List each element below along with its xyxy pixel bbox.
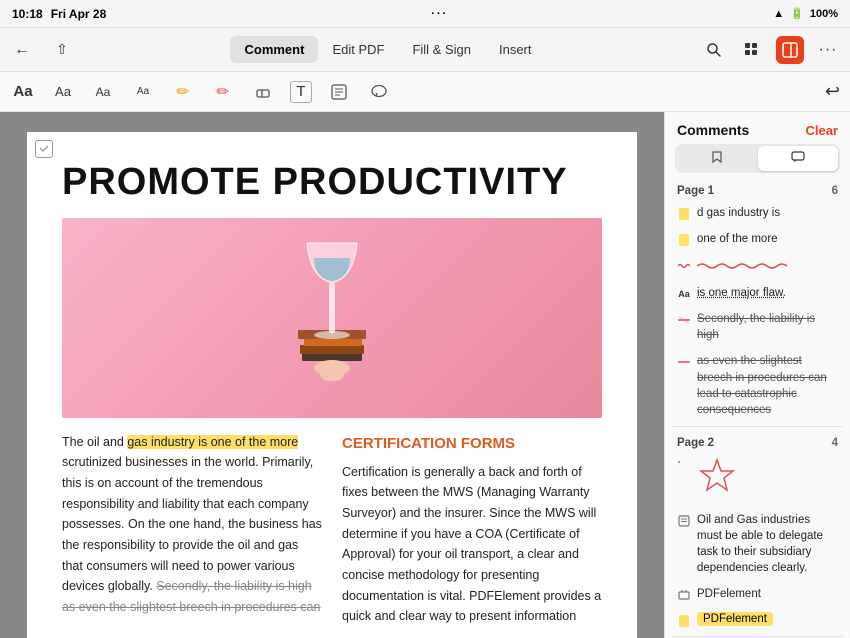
- divider: [673, 426, 842, 427]
- comment-item[interactable]: Secondly, the liability is high: [673, 307, 842, 347]
- document-title: PROMOTE PRODUCTIVITY: [62, 162, 602, 204]
- panel-button[interactable]: [776, 36, 804, 64]
- comment-text: one of the more: [697, 231, 778, 247]
- document-area: PROMOTE PRODUCTIVITY: [0, 112, 664, 638]
- highlight-icon: [677, 614, 691, 628]
- comments-clear-button[interactable]: Clear: [805, 123, 838, 138]
- nav-tabs: Comment Edit PDF Fill & Sign Insert: [230, 36, 545, 63]
- page-2-label: Page 2: [677, 437, 714, 449]
- highlight-icon: [677, 233, 691, 247]
- comment-text: d gas industry is: [697, 205, 780, 221]
- comment-text: is one major flaw.: [697, 285, 786, 301]
- back-button[interactable]: ←: [8, 36, 36, 64]
- wifi-icon: ▲: [773, 8, 784, 20]
- undo-button[interactable]: ↩: [825, 81, 840, 102]
- tab-bookmarks[interactable]: [677, 146, 758, 171]
- strikethrough-icon: [677, 355, 691, 369]
- tab-fill-sign[interactable]: Fill & Sign: [398, 36, 485, 63]
- section-title: CERTIFICATION FORMS: [342, 432, 602, 456]
- font-small-tool[interactable]: Aa: [90, 79, 116, 105]
- tab-edit-pdf[interactable]: Edit PDF: [318, 36, 398, 63]
- comment-item[interactable]: PDFelement: [673, 608, 842, 632]
- illustration-svg: [272, 223, 392, 413]
- comment-item[interactable]: [673, 453, 842, 506]
- strikethrough-icon: [677, 313, 691, 327]
- tab-insert[interactable]: Insert: [485, 36, 546, 63]
- pen-yellow-tool[interactable]: ✏: [170, 79, 196, 105]
- pdfelement-chip: PDFelement: [697, 612, 773, 626]
- comment-item[interactable]: as even the slightest breech in procedur…: [673, 349, 842, 421]
- font-medium-tool[interactable]: Aa: [50, 79, 76, 105]
- page-1-label: Page 1: [677, 185, 714, 197]
- comment-item[interactable]: Oil and Gas industries must be able to d…: [673, 508, 842, 580]
- comment-item[interactable]: [673, 253, 842, 279]
- document-body: The oil and gas industry is one of the m…: [62, 432, 602, 627]
- comments-tabs: [675, 144, 840, 173]
- eraser-tool[interactable]: [250, 79, 276, 105]
- squiggly-visual: [697, 257, 787, 275]
- doc-col-right: CERTIFICATION FORMS Certification is gen…: [342, 432, 602, 627]
- comment-text: Secondly, the liability is high: [697, 311, 838, 343]
- comment-item[interactable]: Aa is one major flaw.: [673, 281, 842, 305]
- divider: [673, 636, 842, 637]
- share-button[interactable]: ⇧: [48, 36, 76, 64]
- main-layout: PROMOTE PRODUCTIVITY: [0, 112, 850, 638]
- section-body: Certification is generally a back and fo…: [342, 462, 602, 627]
- note-icon: [677, 514, 691, 528]
- comment-item[interactable]: one of the more: [673, 227, 842, 251]
- comment-item[interactable]: PDFelement: [673, 582, 842, 606]
- comment-text: PDFelement: [697, 586, 761, 602]
- comment-item[interactable]: d gas industry is: [673, 201, 842, 225]
- page-2-count: 4: [832, 437, 838, 449]
- selection-handle[interactable]: [35, 140, 53, 158]
- status-day: Fri Apr 28: [51, 7, 107, 21]
- comment-text: as even the slightest breech in procedur…: [697, 353, 838, 417]
- shape-icon: [677, 459, 691, 473]
- comments-body: Page 1 6 d gas industry is one of the mo…: [665, 179, 850, 638]
- sticky-note-tool[interactable]: [326, 79, 352, 105]
- status-dots: ···: [431, 8, 448, 20]
- star-visual: [697, 457, 737, 502]
- stamp-icon: [677, 588, 691, 602]
- font-large-tool[interactable]: Aa: [10, 79, 36, 105]
- doc-page: PROMOTE PRODUCTIVITY: [27, 132, 637, 638]
- page-1-header: Page 1 6: [673, 179, 842, 201]
- document-image: [62, 218, 602, 418]
- text-annotation-icon: Aa: [677, 287, 691, 301]
- highlight-icon: [677, 207, 691, 221]
- squiggly-icon: [677, 259, 691, 273]
- speech-bubble-tool[interactable]: [366, 79, 392, 105]
- more-button[interactable]: ···: [814, 36, 842, 64]
- comments-title: Comments: [677, 122, 749, 138]
- page-1-count: 6: [832, 185, 838, 197]
- sub-toolbar: Aa Aa Aa Aa ✏ ✏ T ↩: [0, 72, 850, 112]
- status-bar: 10:18 Fri Apr 28 ··· ▲ 🔋 100%: [0, 0, 850, 28]
- search-button[interactable]: [700, 36, 728, 64]
- comments-sidebar: Comments Clear Page 1 6 d gas indust: [664, 112, 850, 638]
- pen-red-tool[interactable]: ✏: [210, 79, 236, 105]
- text-tool[interactable]: T: [290, 81, 312, 103]
- battery-icon: 🔋: [790, 7, 804, 20]
- tab-comment[interactable]: Comment: [230, 36, 318, 63]
- battery-pct: 100%: [810, 8, 838, 20]
- status-time: 10:18: [12, 7, 43, 21]
- comment-text: Oil and Gas industries must be able to d…: [697, 512, 838, 576]
- tab-comments[interactable]: [758, 146, 839, 171]
- doc-col-left: The oil and gas industry is one of the m…: [62, 432, 322, 627]
- highlight-span: gas industry is one of the more: [127, 435, 298, 449]
- grid-button[interactable]: [738, 36, 766, 64]
- comments-header: Comments Clear: [665, 112, 850, 144]
- strikethrough-span: Secondly, the liability is high as even …: [62, 579, 321, 614]
- page-2-header: Page 2 4: [673, 431, 842, 453]
- font-xsmall-tool[interactable]: Aa: [130, 79, 156, 105]
- main-toolbar: ← ⇧ Comment Edit PDF Fill & Sign Insert …: [0, 28, 850, 72]
